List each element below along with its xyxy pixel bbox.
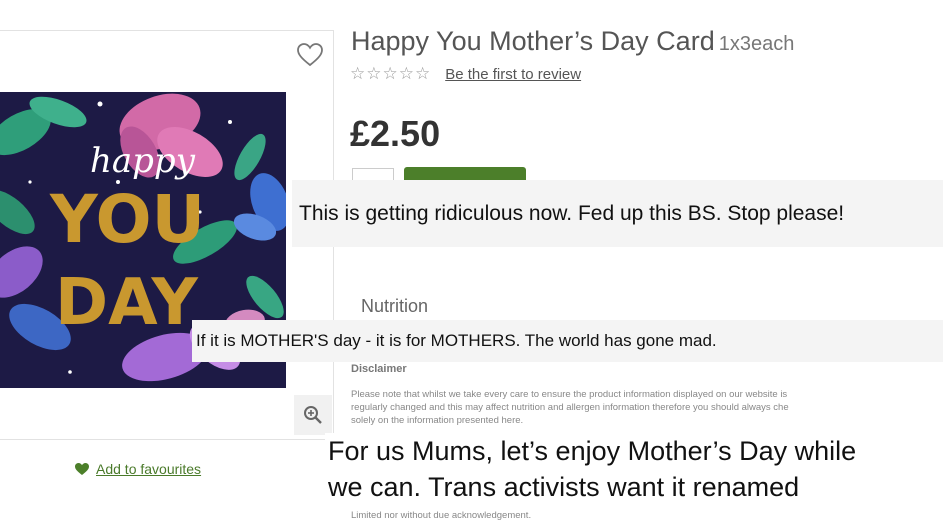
nutrition-heading[interactable]: Nutrition — [361, 296, 428, 317]
magnifier-plus-icon — [304, 406, 322, 424]
comment-overlay-2: If it is MOTHER'S day - it is for MOTHER… — [192, 320, 943, 362]
disclaimer-line: solely on the information presented here… — [351, 415, 524, 426]
comment-text: This is getting ridiculous now. Fed up t… — [299, 201, 845, 225]
comment-text: we can. Trans activists want it renamed — [328, 472, 800, 502]
card-script-text: happy — [90, 141, 196, 181]
card-you-text: YOU — [49, 181, 205, 258]
add-to-favourites-label: Add to favourites — [96, 461, 202, 477]
comment-text: If it is MOTHER'S day - it is for MOTHER… — [196, 331, 717, 350]
add-to-favourites-link[interactable]: Add to favourites — [74, 461, 201, 477]
disclaimer-line: Please note that whilst we take every ca… — [351, 389, 788, 400]
product-price: £2.50 — [350, 113, 441, 154]
star-rating-icon: ☆☆☆☆☆ — [350, 64, 432, 83]
disclaimer-body: Please note that whilst we take every ca… — [351, 388, 943, 427]
zoom-button[interactable] — [294, 395, 332, 435]
comment-overlay-3: For us Mums, let’s enjoy Mother’s Day wh… — [325, 433, 943, 508]
rating-row: ☆☆☆☆☆ Be the first to review — [350, 64, 581, 84]
product-title: Happy You Mother’s Day Card 1x3each — [351, 26, 794, 57]
comment-overlay-1: This is getting ridiculous now. Fed up t… — [292, 180, 943, 247]
heart-filled-icon — [75, 463, 89, 475]
disclaimer-heading: Disclaimer — [351, 363, 407, 375]
card-day-text: DAY — [55, 266, 199, 340]
comment-text: For us Mums, let’s enjoy Mother’s Day wh… — [328, 436, 857, 466]
pack-size: 1x3each — [718, 33, 795, 55]
first-review-link[interactable]: Be the first to review — [445, 66, 581, 83]
product-title-text: Happy You Mother’s Day Card — [351, 26, 715, 56]
disclaimer-line: regularly changed and this may affect nu… — [351, 402, 789, 413]
heart-outline-icon[interactable] — [296, 42, 324, 68]
disclaimer-footer: Limited nor without due acknowledgement. — [351, 510, 532, 521]
